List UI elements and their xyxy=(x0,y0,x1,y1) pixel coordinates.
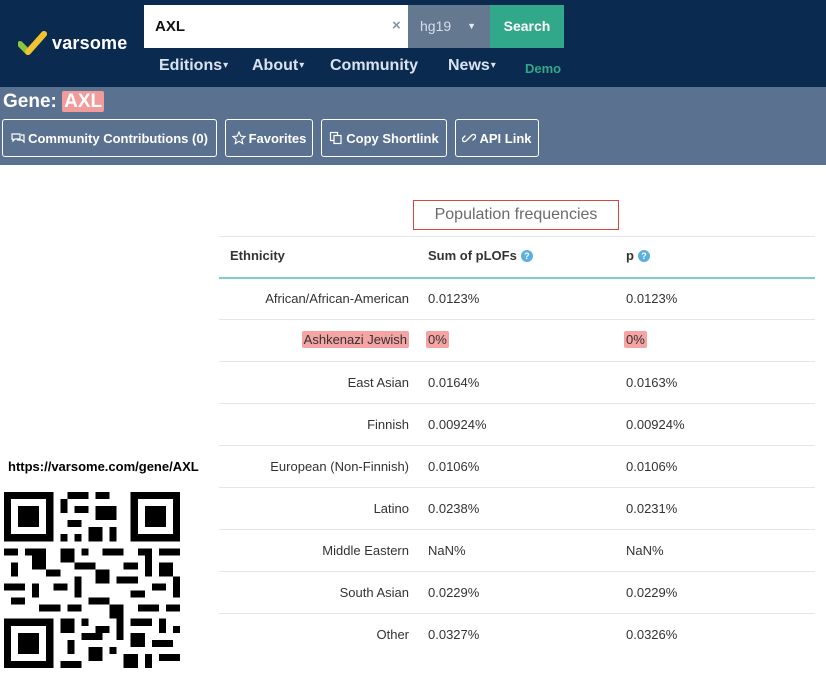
table-row-ethnicity: East Asian xyxy=(347,375,409,390)
table-row-p: NaN% xyxy=(626,543,664,558)
plof-header-label: Sum of pLOFs xyxy=(428,248,517,263)
copy-shortlink-button[interactable]: Copy Shortlink xyxy=(321,119,447,157)
link-icon xyxy=(462,133,477,143)
highlighted-plof: 0% xyxy=(426,331,449,348)
caret-down-icon: ▾ xyxy=(490,60,496,71)
search-button[interactable]: Search xyxy=(490,5,564,48)
p-header-label: p xyxy=(626,248,634,263)
row-divider xyxy=(219,403,815,404)
table-row-p: 0.00924% xyxy=(626,417,685,432)
help-icon[interactable]: ? xyxy=(520,250,533,262)
nav-demo[interactable]: Demo xyxy=(525,61,561,76)
table-row-p: 0.0229% xyxy=(626,585,678,600)
qr-code xyxy=(4,492,180,668)
table-row-ethnicity: Middle Eastern xyxy=(322,543,409,558)
caret-down-icon: ▾ xyxy=(299,60,305,71)
table-row-plof: NaN% xyxy=(428,543,466,558)
comments-icon xyxy=(11,133,25,144)
table-row-plof: 0.0106% xyxy=(428,459,480,474)
copy-icon xyxy=(330,131,342,145)
row-divider xyxy=(219,445,815,446)
table-row-plof: 0.0229% xyxy=(428,585,480,600)
gene-name: AXL xyxy=(62,91,105,112)
section-title: Population frequencies xyxy=(413,200,619,230)
table-row-p: 0.0163% xyxy=(626,375,678,390)
nav-community-label: Community xyxy=(330,57,418,74)
api-link-label: API Link xyxy=(479,130,532,146)
table-row-plof: 0.0164% xyxy=(428,375,480,390)
row-divider xyxy=(219,487,815,488)
help-icon[interactable]: ? xyxy=(637,250,650,262)
table-row-plof: 0.00924% xyxy=(428,417,487,432)
table-row-ethnicity: African/African-American xyxy=(265,291,409,306)
table-row-p: 0.0326% xyxy=(626,627,678,642)
table-row-ethnicity: Ashkenazi Jewish xyxy=(219,331,409,348)
row-divider xyxy=(219,361,815,362)
nav-about-label: About xyxy=(252,57,299,74)
highlighted-ethnicity: Ashkenazi Jewish xyxy=(301,331,409,348)
row-divider xyxy=(219,613,815,614)
nav-news[interactable]: News▾ xyxy=(448,57,496,79)
row-divider xyxy=(219,529,815,530)
row-divider xyxy=(219,319,815,320)
column-header-ethnicity: Ethnicity xyxy=(230,248,285,263)
caret-down-icon: ▼ xyxy=(467,21,476,31)
column-header-plof: Sum of pLOFs? xyxy=(428,248,533,263)
genome-select[interactable]: hg19 ▼ xyxy=(408,5,490,48)
page-title: Gene: AXL xyxy=(3,91,105,113)
genome-value: hg19 xyxy=(420,18,452,34)
column-header-p: p? xyxy=(626,248,650,263)
nav-news-label: News xyxy=(448,57,490,74)
nav-editions-label: Editions xyxy=(159,57,223,74)
clear-search-icon[interactable]: × xyxy=(392,16,406,36)
nav-community[interactable]: Community xyxy=(330,57,418,79)
table-row-p: 0.0106% xyxy=(626,459,678,474)
table-row-p: 0% xyxy=(624,331,647,348)
community-contributions-label: Community Contributions (0) xyxy=(28,130,208,146)
header-underline xyxy=(219,277,815,279)
table-divider xyxy=(219,236,815,237)
star-icon xyxy=(231,131,246,145)
nav-about[interactable]: About▾ xyxy=(252,57,304,79)
logo-text: varsome xyxy=(52,32,128,53)
table-row-ethnicity: Latino xyxy=(373,501,409,516)
table-row-plof: 0.0123% xyxy=(428,291,480,306)
favorites-label: Favorites xyxy=(248,130,307,146)
favorites-button[interactable]: Favorites xyxy=(225,119,313,157)
table-row-p: 0.0123% xyxy=(626,291,678,306)
table-row-p: 0.0231% xyxy=(626,501,678,516)
gene-prefix: Gene: xyxy=(3,91,57,112)
table-row-plof: 0% xyxy=(426,331,449,348)
varsome-logo[interactable]: varsome xyxy=(18,28,127,58)
api-link-button[interactable]: API Link xyxy=(455,119,539,157)
nav-editions[interactable]: Editions▾ xyxy=(159,57,228,79)
highlighted-p: 0% xyxy=(624,331,647,348)
table-row-ethnicity: Finnish xyxy=(367,417,409,432)
table-row-plof: 0.0327% xyxy=(428,627,480,642)
copy-shortlink-label: Copy Shortlink xyxy=(346,130,439,146)
table-row-ethnicity: South Asian xyxy=(339,585,409,600)
table-row-ethnicity: European (Non-Finnish) xyxy=(270,459,409,474)
row-divider xyxy=(219,571,815,572)
search-input[interactable] xyxy=(144,5,408,48)
logo-check-icon xyxy=(18,31,47,55)
share-url: https://varsome.com/gene/AXL xyxy=(8,459,199,474)
table-row-plof: 0.0238% xyxy=(428,501,480,516)
community-contributions-button[interactable]: Community Contributions (0) xyxy=(2,119,217,157)
table-row-ethnicity: Other xyxy=(376,627,409,642)
caret-down-icon: ▾ xyxy=(223,60,229,71)
